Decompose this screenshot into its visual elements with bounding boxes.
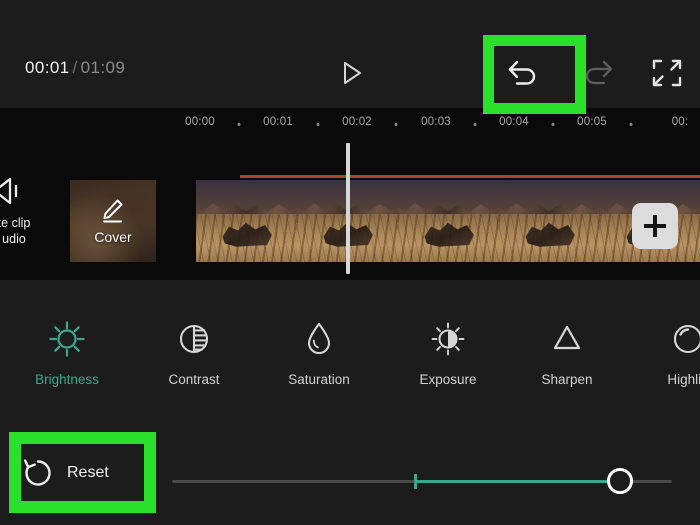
highlight-icon [623, 316, 700, 362]
ruler-tick: 00:02 [342, 116, 372, 128]
tool-sharpen[interactable]: Sharpen [502, 316, 632, 387]
ruler-tick: 00:05 [577, 116, 607, 128]
play-icon [331, 56, 371, 90]
tool-exposure[interactable]: Exposure [383, 316, 513, 387]
adjust-tool-list: Brightness [0, 316, 700, 414]
ruler-tick: 00:00 [185, 116, 215, 128]
timeline-ruler[interactable]: 00:00 00:01 00:02 00:03 00:04 00:05 00: [0, 116, 700, 138]
adjust-slider[interactable] [172, 465, 672, 499]
clip-frame [196, 180, 298, 262]
video-clip[interactable] [196, 180, 700, 262]
fullscreen-button[interactable] [650, 57, 684, 89]
cover-button[interactable]: Cover [70, 180, 156, 262]
saturation-icon [254, 316, 384, 362]
tool-label: Exposure [383, 372, 513, 387]
tool-label: Highlig [623, 372, 700, 387]
timeline-track-row: te clipudio Cover [0, 180, 700, 270]
top-toolbar: 00:01/01:09 [0, 0, 700, 108]
tool-label: Saturation [254, 372, 384, 387]
time-display: 00:01/01:09 [25, 58, 125, 78]
tool-contrast[interactable]: Contrast [129, 316, 259, 387]
cover-label: Cover [94, 229, 131, 245]
playhead[interactable] [346, 143, 350, 274]
tool-label: Contrast [129, 372, 259, 387]
timeline-area[interactable]: 00:00 00:01 00:02 00:03 00:04 00:05 00: … [0, 108, 700, 280]
slider-center-tick [414, 474, 417, 489]
redo-button[interactable] [578, 56, 618, 90]
time-separator: / [73, 58, 78, 77]
pencil-icon [98, 197, 128, 225]
mute-clip-audio-label: te clipudio [0, 215, 50, 247]
reset-label: Reset [67, 464, 109, 482]
tool-label: Brightness [2, 372, 132, 387]
play-button[interactable] [331, 56, 371, 90]
ruler-tick: 00: [672, 116, 689, 128]
clip-frame [499, 180, 601, 262]
ruler-dot [630, 123, 633, 126]
ruler-dot [395, 123, 398, 126]
tool-saturation[interactable]: Saturation [254, 316, 384, 387]
speaker-icon [0, 176, 42, 206]
slider-thumb[interactable] [607, 468, 633, 494]
capcut-editor-screen: 00:01/01:09 [0, 0, 700, 525]
undo-button[interactable] [503, 55, 543, 91]
ruler-dot [238, 123, 241, 126]
sharpen-icon [502, 316, 632, 362]
clip-selection-line [240, 175, 700, 178]
tool-brightness[interactable]: Brightness [2, 316, 132, 387]
brightness-icon [2, 316, 132, 362]
slider-fill [414, 480, 620, 483]
ruler-tick: 00:04 [499, 116, 529, 128]
ruler-tick: 00:03 [421, 116, 451, 128]
tool-highlight[interactable]: Highlig [623, 316, 700, 387]
undo-icon [503, 55, 543, 91]
tool-label: Sharpen [502, 372, 632, 387]
ruler-dot [474, 123, 477, 126]
mute-clip-audio-button[interactable]: te clipudio [0, 176, 50, 254]
total-time: 01:09 [81, 58, 126, 77]
clip-frame [398, 180, 500, 262]
ruler-dot [552, 123, 555, 126]
exposure-icon [383, 316, 513, 362]
reset-icon [21, 456, 55, 490]
contrast-icon [129, 316, 259, 362]
add-clip-button[interactable] [632, 203, 678, 249]
current-time: 00:01 [25, 58, 70, 77]
ruler-tick: 00:01 [263, 116, 293, 128]
ruler-dot [317, 123, 320, 126]
fullscreen-icon [650, 57, 684, 89]
reset-button[interactable]: Reset [21, 444, 145, 502]
redo-icon [578, 56, 618, 90]
plus-icon [644, 215, 666, 237]
